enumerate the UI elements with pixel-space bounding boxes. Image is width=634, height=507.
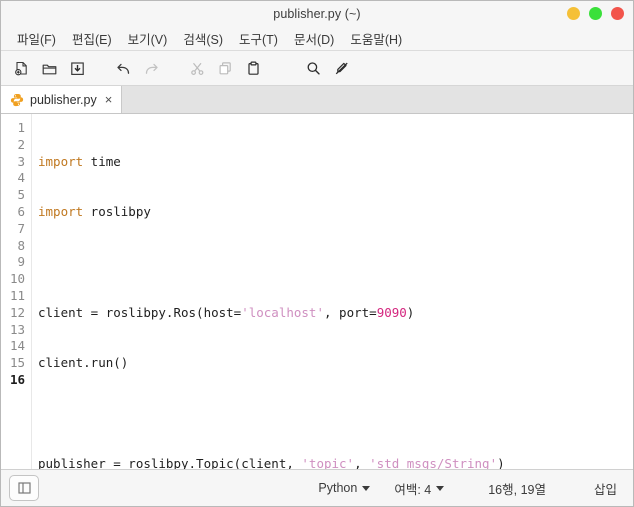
code-line-1: import time: [38, 153, 121, 169]
save-button[interactable]: [63, 55, 91, 81]
undo-icon: [116, 63, 129, 74]
line-number-current: 16: [9, 371, 25, 387]
toolbar: [1, 51, 633, 86]
menu-item-edit[interactable]: 편집(E): [64, 27, 120, 50]
language-selector[interactable]: Python: [314, 479, 374, 497]
copy-icon: [218, 61, 231, 74]
redo-icon: [145, 63, 158, 74]
line-number: 14: [9, 338, 25, 354]
line-number: 11: [9, 287, 25, 303]
line-number-gutter: 1 2 3 4 5 6 7 8 9 10 11 12 13 14 15 16: [1, 114, 31, 469]
text-editor-window: publisher.py (~) 파일(F) 편집(E) 보기(V) 검색(S)…: [0, 0, 634, 507]
chevron-down-icon: [436, 485, 445, 491]
maximize-button[interactable]: [589, 7, 602, 20]
menu-item-search[interactable]: 검색(S): [175, 27, 231, 50]
tab-bar: publisher.py ×: [1, 86, 633, 114]
line-number: 4: [17, 170, 25, 186]
line-number: 12: [9, 304, 25, 320]
menu-bar: 파일(F) 편집(E) 보기(V) 검색(S) 도구(T) 문서(D) 도움말(…: [1, 26, 633, 51]
cursor-position: 16행, 19열: [488, 482, 546, 497]
code-line-5: client.run(): [38, 355, 129, 371]
line-number: 10: [9, 271, 25, 287]
cut-icon: [190, 62, 203, 75]
code-line-2: import roslibpy: [38, 203, 151, 219]
indent-label: 여백: 4: [394, 482, 432, 497]
line-number: 5: [17, 187, 25, 203]
code-editor[interactable]: 1 2 3 4 5 6 7 8 9 10 11 12 13 14 15 16 i…: [1, 114, 633, 470]
code-content[interactable]: import time import roslibpy client = ros…: [38, 114, 633, 469]
menu-item-document[interactable]: 문서(D): [286, 27, 342, 50]
line-number: 2: [17, 136, 25, 152]
line-number: 8: [17, 237, 25, 253]
highlight-off-button[interactable]: [327, 55, 355, 81]
find-button[interactable]: [299, 55, 327, 81]
menu-item-help[interactable]: 도움말(H): [342, 27, 410, 50]
indent-selector[interactable]: 여백: 4: [390, 477, 448, 500]
tab-label: publisher.py: [30, 92, 97, 107]
undo-button[interactable]: [109, 55, 137, 81]
close-button[interactable]: [611, 7, 624, 20]
gutter-divider: [31, 114, 32, 469]
line-number: 13: [9, 321, 25, 337]
panel-toggle-icon: [17, 482, 31, 494]
menu-item-file[interactable]: 파일(F): [9, 27, 64, 50]
code-line-7: publisher = roslibpy.Topic(client, 'topi…: [38, 455, 505, 469]
save-icon: [70, 61, 84, 75]
line-number: 9: [17, 254, 25, 270]
cut-button[interactable]: [183, 55, 211, 81]
line-number: 6: [17, 203, 25, 219]
status-bar: Python 여백: 4 16행, 19열 삽입: [1, 470, 633, 506]
menu-item-view[interactable]: 보기(V): [120, 27, 176, 50]
tab-publisher-py[interactable]: publisher.py ×: [1, 86, 123, 113]
highlight-off-icon: [335, 62, 348, 74]
python-file-icon: [10, 93, 24, 106]
open-folder-icon: [42, 64, 56, 74]
window-title: publisher.py (~): [273, 6, 361, 21]
new-file-icon: [14, 61, 27, 75]
code-line-4: client = roslibpy.Ros(host='localhost', …: [38, 304, 415, 320]
search-icon: [307, 61, 320, 75]
minimize-button[interactable]: [567, 7, 580, 20]
paste-button[interactable]: [239, 55, 267, 81]
tab-close-button[interactable]: ×: [103, 93, 115, 107]
line-number: 3: [17, 153, 25, 169]
paste-icon: [247, 60, 259, 75]
menu-item-tools[interactable]: 도구(T): [231, 27, 286, 50]
open-folder-button[interactable]: [35, 55, 63, 81]
sidebar-toggle-button[interactable]: [9, 475, 39, 501]
new-file-button[interactable]: [7, 55, 35, 81]
redo-button[interactable]: [137, 55, 165, 81]
line-number: 7: [17, 220, 25, 236]
window-controls: [567, 1, 624, 26]
insert-mode-indicator: 삽입: [593, 482, 617, 497]
language-label: Python: [318, 481, 358, 495]
line-number: 1: [17, 120, 25, 135]
title-bar: publisher.py (~): [1, 1, 633, 26]
line-number: 15: [9, 355, 25, 371]
copy-button[interactable]: [211, 55, 239, 81]
chevron-down-icon: [362, 485, 371, 491]
